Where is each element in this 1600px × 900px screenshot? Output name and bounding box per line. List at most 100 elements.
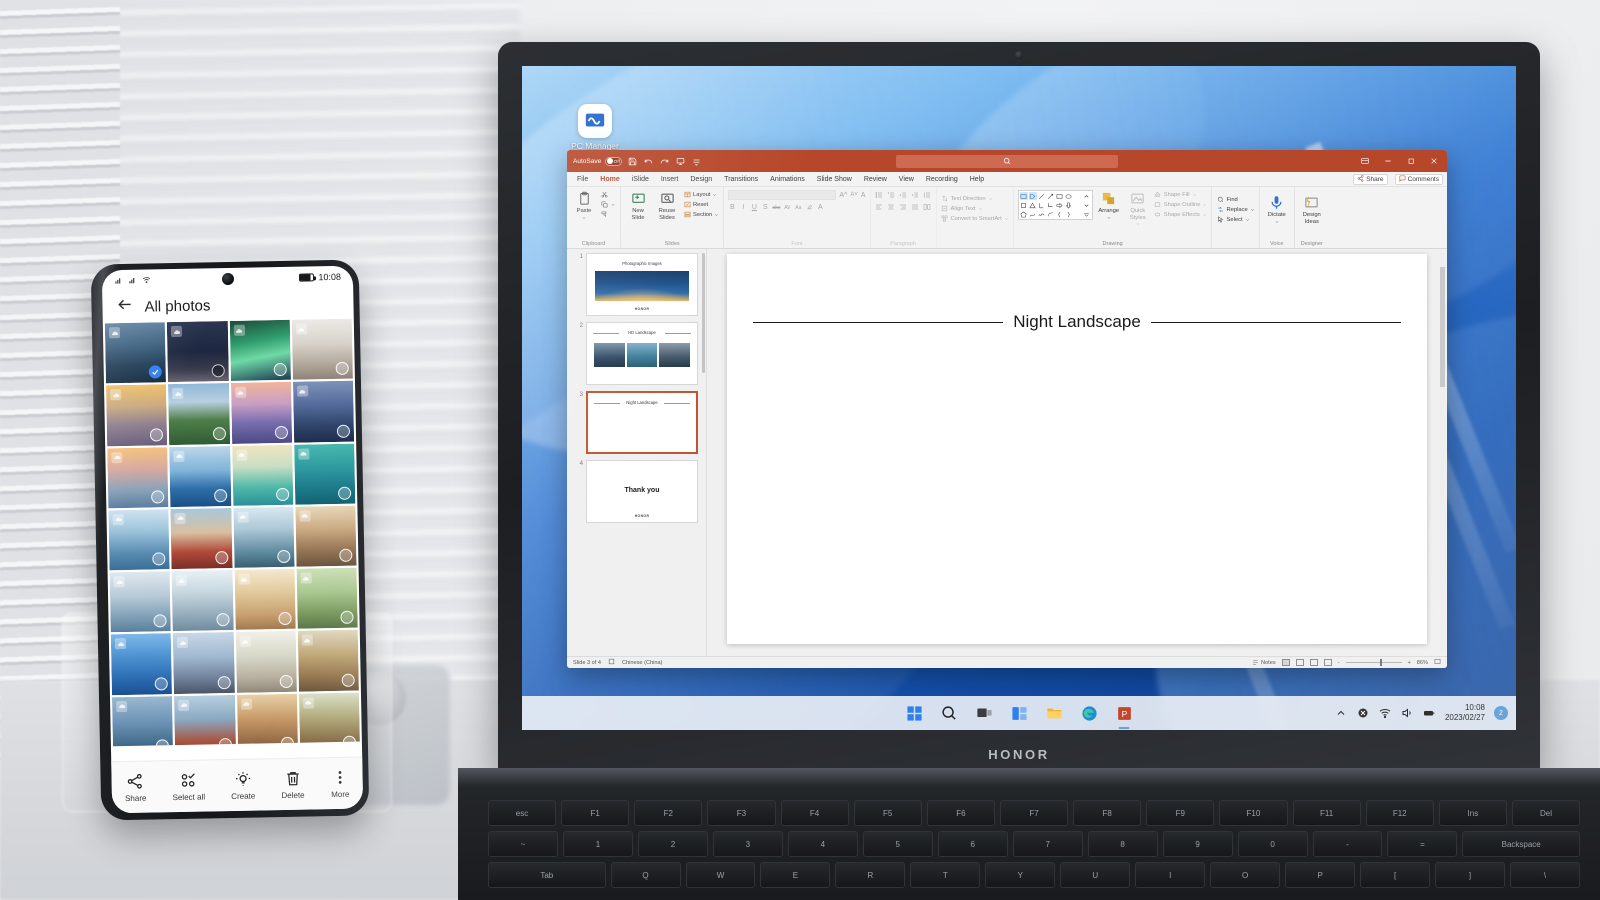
photo-cell[interactable] xyxy=(296,567,358,629)
share-button[interactable]: Share xyxy=(1353,173,1388,185)
font-name-input[interactable] xyxy=(728,190,837,200)
photo-cell[interactable] xyxy=(295,505,357,567)
key[interactable]: I xyxy=(1135,862,1206,888)
italic-button[interactable]: I xyxy=(739,204,747,211)
delete-button[interactable]: Delete xyxy=(281,769,305,800)
shape-arrow-icon[interactable] xyxy=(1047,192,1055,200)
columns-icon[interactable] xyxy=(923,202,932,211)
key[interactable]: Q xyxy=(610,862,681,888)
search-icon[interactable] xyxy=(940,704,959,723)
zoom-level[interactable]: 86% xyxy=(1417,660,1428,666)
save-icon[interactable] xyxy=(627,156,638,167)
copy-button[interactable] xyxy=(600,200,616,209)
key[interactable]: P xyxy=(1285,862,1356,888)
shapes-more-menu-icon[interactable] xyxy=(1083,210,1091,218)
shape-arrowbox-icon[interactable] xyxy=(1028,192,1037,200)
shape-more-icon[interactable] xyxy=(1074,192,1082,200)
shapes-scroll-down-icon[interactable] xyxy=(1083,201,1091,209)
shape-rectangle-icon[interactable] xyxy=(1056,192,1064,200)
photo-checkbox[interactable] xyxy=(150,427,164,442)
key[interactable]: T xyxy=(910,862,981,888)
ppt-status-bar[interactable]: Slide 3 of 4 Chinese (China) Notes - + 8… xyxy=(567,656,1447,668)
key[interactable]: F7 xyxy=(999,800,1069,826)
photo-cell[interactable] xyxy=(297,629,359,692)
tab-recording[interactable]: Recording xyxy=(920,172,964,187)
photo-cell[interactable] xyxy=(235,631,297,693)
ribbon-tabs[interactable]: File Home iSlide Insert Design Transitio… xyxy=(567,172,1447,187)
key[interactable]: 5 xyxy=(862,831,933,857)
create-button[interactable]: Create xyxy=(231,770,255,801)
photo-cell[interactable] xyxy=(104,322,167,384)
photo-checkbox[interactable] xyxy=(274,425,288,439)
key[interactable]: F1 xyxy=(561,800,630,826)
line-spacing-icon[interactable] xyxy=(923,190,932,199)
key[interactable]: W xyxy=(685,862,756,888)
shapes-gallery[interactable] xyxy=(1017,190,1093,220)
photo-cell[interactable] xyxy=(108,508,170,571)
ribbon[interactable]: Paste Clipboard New Slide Reuse Slides L… xyxy=(567,187,1447,249)
file-explorer-icon[interactable] xyxy=(1045,704,1064,723)
start-from-beginning-icon[interactable] xyxy=(675,156,686,167)
photo-checkbox[interactable] xyxy=(336,424,351,438)
show-hidden-icons-icon[interactable] xyxy=(1335,707,1348,720)
tab-help[interactable]: Help xyxy=(964,172,990,187)
bold-button[interactable]: B xyxy=(728,204,736,211)
photo-cell[interactable] xyxy=(107,446,169,509)
photo-checkbox[interactable] xyxy=(213,488,227,503)
shadow-button[interactable]: S xyxy=(761,204,769,211)
key[interactable]: F9 xyxy=(1146,800,1215,826)
slide-title-placeholder[interactable]: Night Landscape xyxy=(753,312,1401,332)
key[interactable]: 4 xyxy=(787,831,858,857)
photo-cell[interactable] xyxy=(229,319,291,382)
language-indicator[interactable]: Chinese (China) xyxy=(622,660,662,666)
increase-indent-icon[interactable] xyxy=(911,190,920,199)
justify-icon[interactable] xyxy=(911,202,920,211)
powerpoint-window[interactable]: AutoSave Off File Home iSlide Insert Des… xyxy=(567,150,1447,668)
align-left-icon[interactable] xyxy=(875,202,884,211)
tab-view[interactable]: View xyxy=(893,172,920,187)
tab-file[interactable]: File xyxy=(571,172,594,187)
photo-checkbox[interactable] xyxy=(280,736,294,747)
keyboard[interactable]: esc F1 F2 F3 F4 F5 F6 F7 F8 F9 F10 F11 F… xyxy=(458,794,1600,900)
task-view-icon[interactable] xyxy=(975,704,994,723)
key[interactable]: 9 xyxy=(1162,831,1233,857)
shape-more3-icon[interactable] xyxy=(1074,210,1082,218)
decrease-font-size-icon[interactable]: A˅ xyxy=(850,192,858,198)
cut-button[interactable] xyxy=(600,190,616,199)
photo-cell[interactable] xyxy=(167,321,229,383)
photo-cell[interactable] xyxy=(169,445,231,507)
shape-triangle-icon[interactable] xyxy=(1029,201,1037,209)
photo-cell[interactable] xyxy=(292,380,355,443)
key[interactable]: E xyxy=(760,862,831,888)
slide-thumb-selected[interactable]: Night Landscape xyxy=(586,391,698,454)
restore-icon[interactable] xyxy=(1405,156,1416,167)
photo-checkbox[interactable] xyxy=(279,674,293,688)
photo-cell[interactable] xyxy=(291,318,353,381)
key[interactable]: [ xyxy=(1360,862,1431,888)
key[interactable]: F8 xyxy=(1073,800,1142,826)
photo-cell[interactable] xyxy=(173,632,235,694)
shape-effects-button[interactable]: Shape Effects xyxy=(1154,210,1208,219)
phone-bottom-toolbar[interactable]: Share Select all Create Delete More xyxy=(111,756,364,814)
photo-checkbox[interactable] xyxy=(154,676,169,690)
battery-icon[interactable] xyxy=(1423,707,1436,720)
reuse-slides-button[interactable]: Reuse Slides xyxy=(654,190,680,221)
thumbnail-scrollbar[interactable] xyxy=(702,253,705,373)
key[interactable]: 7 xyxy=(1012,831,1083,857)
key[interactable]: ~ xyxy=(488,831,558,857)
slide-sorter-view-button[interactable] xyxy=(1295,659,1304,666)
tab-insert[interactable]: Insert xyxy=(655,172,685,187)
key[interactable]: - xyxy=(1312,831,1383,857)
system-tray[interactable]: 10:08 2023/02/27 2 xyxy=(1335,696,1508,730)
tab-home[interactable]: Home xyxy=(594,172,625,187)
format-painter-button[interactable] xyxy=(600,210,616,219)
key[interactable]: = xyxy=(1387,831,1458,857)
slide-stage[interactable]: Night Landscape xyxy=(707,249,1447,656)
normal-view-button[interactable] xyxy=(1281,659,1290,666)
key[interactable]: U xyxy=(1060,862,1131,888)
shape-pentagon-icon[interactable] xyxy=(1020,210,1028,218)
phone-screen[interactable]: 10:08 All photos Share Select all Create… xyxy=(101,265,364,814)
wifi-icon[interactable] xyxy=(1379,707,1392,720)
accessibility-icon[interactable] xyxy=(608,658,615,667)
slide-thumbnail-4[interactable]: 4 Thank you HONOR xyxy=(575,460,706,523)
